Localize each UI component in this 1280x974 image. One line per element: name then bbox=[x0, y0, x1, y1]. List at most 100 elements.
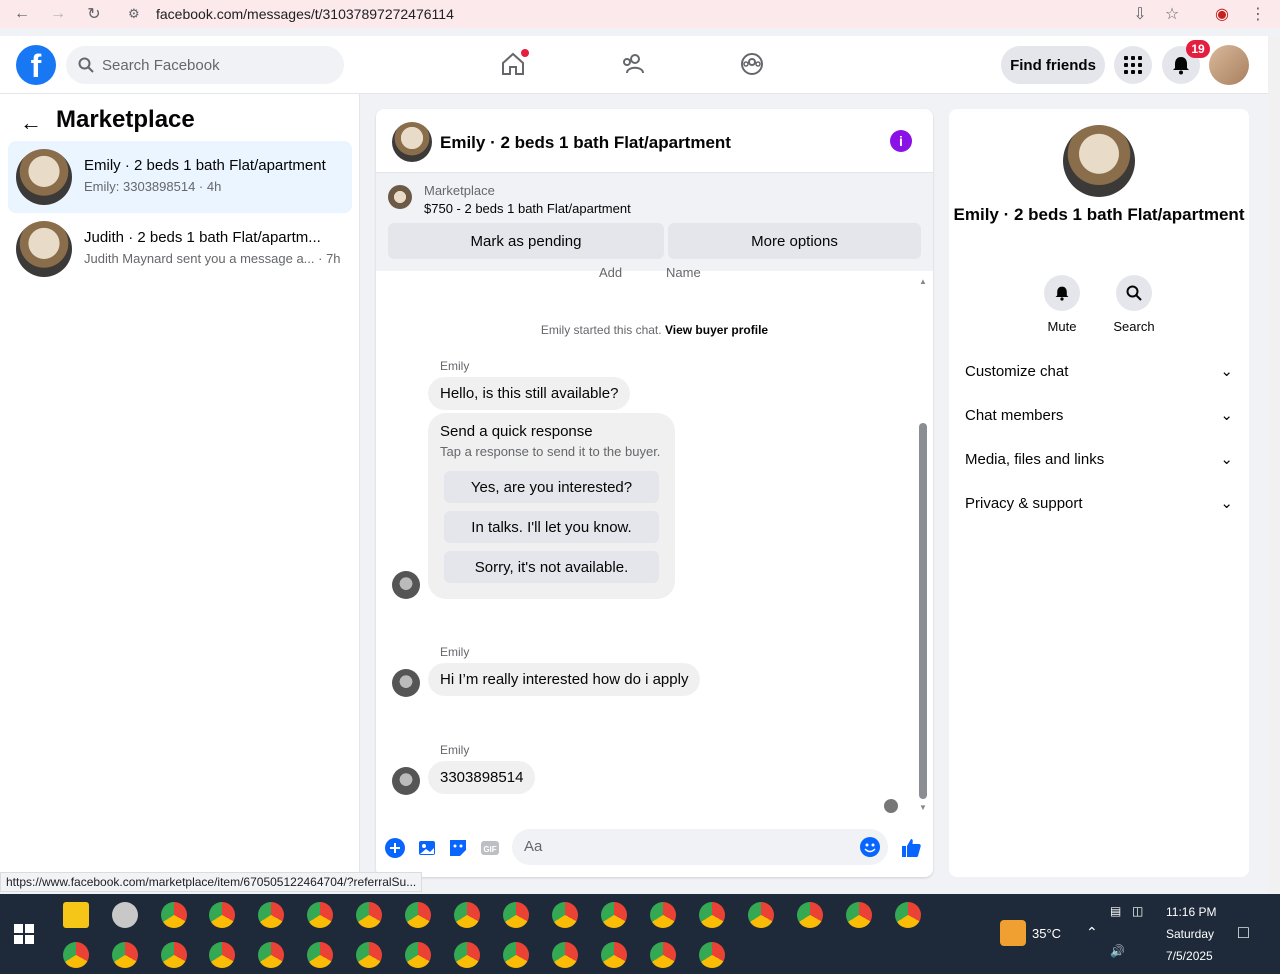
chat-thumbnail[interactable] bbox=[392, 122, 432, 162]
chrome-icon[interactable] bbox=[356, 942, 382, 968]
facebook-logo[interactable]: f bbox=[16, 45, 56, 85]
chrome-icon[interactable] bbox=[552, 902, 578, 928]
chrome-icon[interactable] bbox=[161, 902, 187, 928]
customize-chat-row[interactable]: Customize chat ⌄ bbox=[965, 357, 1233, 385]
chrome-icon[interactable] bbox=[846, 902, 872, 928]
temperature[interactable]: 35°C bbox=[1032, 926, 1061, 941]
listing-thumbnail[interactable] bbox=[1063, 125, 1135, 197]
chrome-icon[interactable] bbox=[356, 902, 382, 928]
reload-icon[interactable]: ↻ bbox=[82, 2, 106, 26]
weather-icon[interactable] bbox=[1000, 920, 1026, 946]
chrome-icon[interactable] bbox=[454, 942, 480, 968]
chrome-icon[interactable] bbox=[650, 902, 676, 928]
avatar[interactable] bbox=[1209, 45, 1249, 85]
quick-reply-button[interactable]: Yes, are you interested? bbox=[444, 471, 659, 503]
chrome-icon[interactable] bbox=[307, 902, 333, 928]
thumbs-up-icon[interactable] bbox=[900, 837, 922, 859]
avatar[interactable] bbox=[392, 669, 420, 697]
chevron-up-icon[interactable]: ⌃ bbox=[1086, 924, 1098, 941]
chrome-icon[interactable] bbox=[650, 942, 676, 968]
display-icon[interactable]: ◫ bbox=[1132, 904, 1143, 918]
chrome-icon[interactable] bbox=[748, 902, 774, 928]
chat-members-row[interactable]: Chat members ⌄ bbox=[965, 401, 1233, 429]
find-friends-button[interactable]: Find friends bbox=[1001, 46, 1105, 84]
notification-center-icon[interactable]: □ bbox=[1238, 922, 1249, 943]
paint-icon[interactable] bbox=[112, 902, 138, 928]
chrome-icon[interactable] bbox=[699, 902, 725, 928]
search-icon bbox=[78, 57, 94, 73]
scroll-down-icon[interactable]: ▼ bbox=[919, 803, 927, 812]
chrome-icon[interactable] bbox=[601, 942, 627, 968]
friends-icon[interactable] bbox=[619, 50, 647, 78]
groups-icon[interactable] bbox=[738, 50, 766, 78]
message-input[interactable]: Aa bbox=[512, 829, 888, 865]
scrollbar-thumb[interactable] bbox=[919, 423, 927, 799]
clock-day[interactable]: Saturday bbox=[1166, 927, 1214, 941]
emoji-icon[interactable] bbox=[860, 837, 880, 862]
chrome-icon[interactable] bbox=[454, 902, 480, 928]
view-buyer-profile-link[interactable]: View buyer profile bbox=[665, 323, 768, 337]
chrome-icon[interactable] bbox=[161, 942, 187, 968]
page-scrollbar[interactable] bbox=[1268, 36, 1280, 892]
install-icon[interactable]: ⇩ bbox=[1128, 2, 1152, 26]
chrome-icon[interactable] bbox=[258, 902, 284, 928]
search-button[interactable]: Search bbox=[1104, 275, 1164, 334]
mark-as-pending-button[interactable]: Mark as pending bbox=[388, 223, 664, 259]
seen-avatar bbox=[884, 799, 898, 813]
menu-grid-icon[interactable] bbox=[1114, 46, 1152, 84]
windows-taskbar: 35°C ⌃ ▤ ◫ 🔊 11:16 PM Saturday 7/5/2025 … bbox=[0, 894, 1280, 974]
scroll-up-icon[interactable]: ▲ bbox=[919, 277, 927, 286]
avatar[interactable] bbox=[392, 571, 420, 599]
chrome-icon[interactable] bbox=[601, 902, 627, 928]
clock-time[interactable]: 11:16 PM bbox=[1166, 905, 1216, 919]
chrome-icon[interactable] bbox=[209, 902, 235, 928]
avatar[interactable] bbox=[392, 767, 420, 795]
profile-icon[interactable]: ◉ bbox=[1210, 2, 1234, 26]
search-input[interactable]: Search Facebook bbox=[66, 46, 344, 84]
chevron-down-icon: ⌄ bbox=[1220, 451, 1233, 468]
back-arrow-icon[interactable]: ← bbox=[20, 110, 42, 136]
chrome-icon[interactable] bbox=[503, 942, 529, 968]
sticker-icon[interactable] bbox=[447, 837, 469, 859]
quick-reply-button[interactable]: Sorry, it's not available. bbox=[444, 551, 659, 583]
windows-start-icon[interactable] bbox=[14, 924, 34, 944]
clock-date[interactable]: 7/5/2025 bbox=[1166, 949, 1213, 963]
chrome-icon[interactable] bbox=[307, 942, 333, 968]
chrome-icon[interactable] bbox=[405, 942, 431, 968]
started-text: Emily started this chat. bbox=[540, 323, 662, 337]
more-options-button[interactable]: More options bbox=[668, 223, 921, 259]
chrome-icon[interactable] bbox=[503, 902, 529, 928]
chrome-icon[interactable] bbox=[552, 942, 578, 968]
bookmark-star-icon[interactable]: ☆ bbox=[1160, 2, 1184, 26]
file-explorer-icon[interactable] bbox=[63, 902, 89, 928]
listing-price[interactable]: $750 - 2 beds 1 bath Flat/apartment bbox=[424, 201, 631, 216]
site-info-icon[interactable]: ⚙ bbox=[128, 6, 140, 22]
forward-arrow-icon[interactable]: → bbox=[46, 2, 70, 26]
search-placeholder: Search Facebook bbox=[102, 56, 220, 74]
network-icon[interactable]: ▤ bbox=[1110, 904, 1121, 918]
menu-dots-icon[interactable]: ⋮ bbox=[1246, 2, 1270, 26]
mute-button[interactable]: Mute bbox=[1032, 275, 1092, 334]
info-icon[interactable]: i bbox=[890, 130, 912, 152]
chrome-icon[interactable] bbox=[63, 942, 89, 968]
chrome-icon[interactable] bbox=[405, 902, 431, 928]
chrome-icon[interactable] bbox=[699, 942, 725, 968]
add-plus-icon[interactable] bbox=[384, 837, 406, 859]
chrome-icon[interactable] bbox=[112, 942, 138, 968]
volume-icon[interactable]: 🔊 bbox=[1110, 944, 1125, 958]
chat-title[interactable]: Emily · 2 beds 1 bath Flat/apartment bbox=[440, 133, 731, 153]
conversation-item[interactable]: Judith · 2 beds 1 bath Flat/apartm... Ju… bbox=[8, 213, 352, 285]
chrome-icon[interactable] bbox=[895, 902, 921, 928]
conversation-item[interactable]: Emily · 2 beds 1 bath Flat/apartment Emi… bbox=[8, 141, 352, 213]
home-icon[interactable] bbox=[499, 49, 529, 78]
chrome-icon[interactable] bbox=[209, 942, 235, 968]
address-bar[interactable]: ⚙ facebook.com/messages/t/31037897272476… bbox=[120, 0, 1270, 28]
back-arrow-icon[interactable]: ← bbox=[10, 2, 34, 26]
photo-icon[interactable] bbox=[416, 837, 438, 859]
quick-reply-button[interactable]: In talks. I'll let you know. bbox=[444, 511, 659, 543]
chrome-icon[interactable] bbox=[258, 942, 284, 968]
privacy-support-row[interactable]: Privacy & support ⌄ bbox=[965, 489, 1233, 517]
chrome-icon[interactable] bbox=[797, 902, 823, 928]
gif-icon[interactable]: GIF bbox=[479, 837, 501, 859]
media-files-links-row[interactable]: Media, files and links ⌄ bbox=[965, 445, 1233, 473]
